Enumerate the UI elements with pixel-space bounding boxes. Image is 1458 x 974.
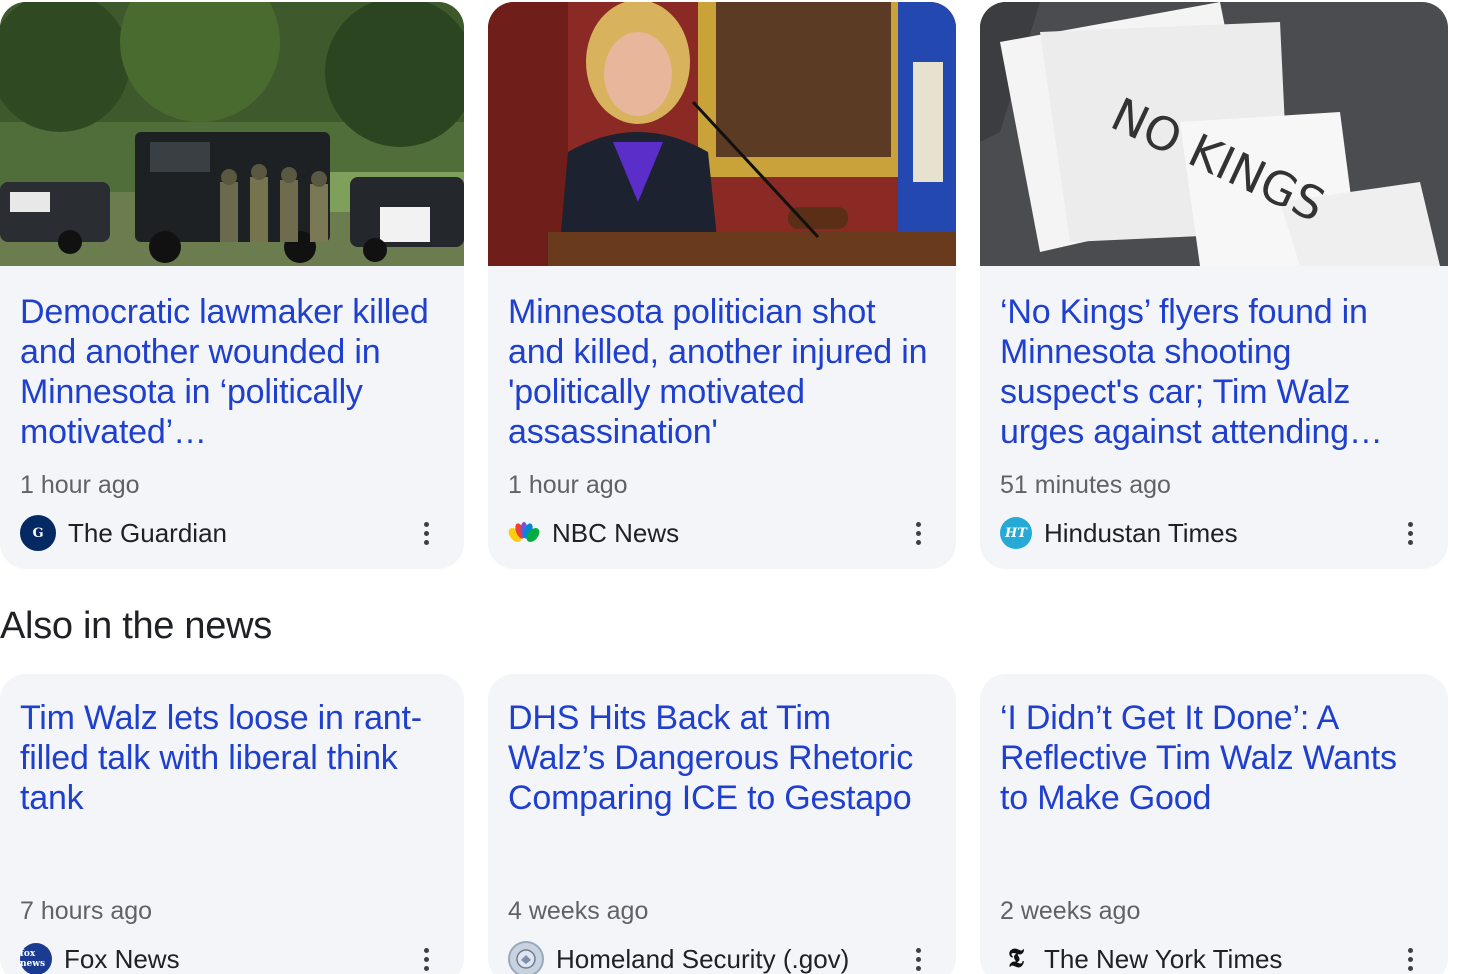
source-name: The New York Times	[1044, 943, 1283, 974]
news-thumbnail[interactable]	[0, 2, 464, 266]
news-card[interactable]: Minnesota politician shot and killed, an…	[488, 2, 956, 569]
nbc-peacock-logo-icon	[508, 517, 540, 549]
news-headline-link[interactable]: ‘No Kings’ flyers found in Minnesota sho…	[980, 292, 1448, 452]
news-card[interactable]: DHS Hits Back at Tim Walz’s Dangerous Rh…	[488, 674, 956, 974]
news-card[interactable]: ‘I Didn’t Get It Done’: A Reflective Tim…	[980, 674, 1448, 974]
police-armored-vehicle-image	[0, 2, 464, 266]
news-headline-link[interactable]: ‘I Didn’t Get It Done’: A Reflective Tim…	[980, 698, 1448, 878]
news-source: HT Hindustan Times	[980, 516, 1448, 550]
news-source: Homeland Security (.gov)	[488, 941, 956, 974]
news-source: G The Guardian	[0, 515, 464, 551]
more-options-icon[interactable]	[414, 942, 438, 974]
news-headline-link[interactable]: DHS Hits Back at Tim Walz’s Dangerous Rh…	[488, 698, 956, 878]
nyt-logo-icon: 𝕿	[1008, 943, 1024, 974]
more-options-icon[interactable]	[1398, 516, 1422, 550]
more-options-icon[interactable]	[906, 942, 930, 974]
fox-news-logo-icon: fox news	[20, 943, 52, 974]
news-results-page: Democratic lawmaker killed and another w…	[0, 0, 1458, 974]
source-name: Homeland Security (.gov)	[556, 943, 850, 974]
more-options-icon[interactable]	[414, 516, 438, 550]
published-time: 2 weeks ago	[1000, 897, 1141, 925]
politician-at-podium-image	[488, 2, 956, 266]
hindustan-times-logo-icon: HT	[1000, 517, 1032, 549]
published-time: 4 weeks ago	[508, 897, 649, 925]
source-name: Fox News	[64, 943, 180, 974]
news-headline-link[interactable]: Democratic lawmaker killed and another w…	[0, 292, 464, 452]
news-headline-link[interactable]: Minnesota politician shot and killed, an…	[488, 292, 956, 452]
no-kings-flyers-image: NO KINGS	[980, 2, 1448, 266]
published-time: 1 hour ago	[508, 471, 628, 499]
published-time: 51 minutes ago	[1000, 471, 1171, 499]
news-thumbnail[interactable]	[488, 2, 956, 266]
news-card[interactable]: Tim Walz lets loose in rant-filled talk …	[0, 674, 464, 974]
more-options-icon[interactable]	[1398, 942, 1422, 974]
news-source: NBC News	[488, 516, 956, 550]
dhs-seal-logo-icon	[508, 941, 544, 974]
published-time: 1 hour ago	[20, 471, 140, 499]
source-name: NBC News	[552, 517, 680, 548]
news-card[interactable]: Democratic lawmaker killed and another w…	[0, 2, 464, 569]
guardian-logo-icon: G	[20, 515, 56, 551]
news-card[interactable]: NO KINGS ‘No Kings’ flyers found in Minn…	[980, 2, 1448, 569]
section-title: Also in the news	[0, 605, 272, 647]
more-options-icon[interactable]	[906, 516, 930, 550]
published-time: 7 hours ago	[20, 897, 153, 925]
news-source: fox news Fox News	[0, 942, 464, 974]
news-source: 𝕿 The New York Times	[980, 942, 1448, 974]
news-headline-link[interactable]: Tim Walz lets loose in rant-filled talk …	[0, 698, 464, 878]
source-name: Hindustan Times	[1044, 517, 1238, 548]
news-thumbnail[interactable]: NO KINGS	[980, 2, 1448, 266]
source-name: The Guardian	[68, 517, 227, 548]
